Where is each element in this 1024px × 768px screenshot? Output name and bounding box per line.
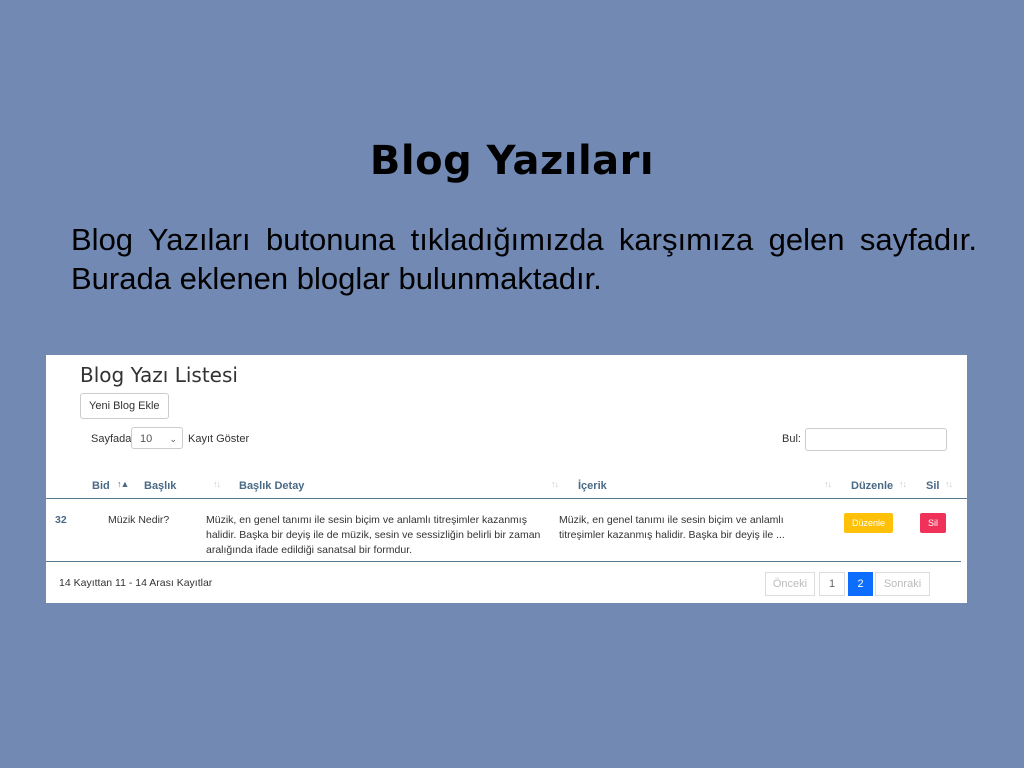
column-header-sil[interactable]: Sil [926,480,939,492]
pagination-prev[interactable]: Önceki [765,572,815,596]
panel-title: Blog Yazı Listesi [80,363,238,387]
sort-asc-icon[interactable]: ↑▲ [117,479,129,489]
column-header-bid[interactable]: Bid [92,480,110,492]
cell-icerik: Müzik, en genel tanımı ile sesin biçim v… [559,514,785,541]
sort-icon[interactable]: ↑↓ [945,479,953,489]
pagination-page-1[interactable]: 1 [819,572,845,596]
slide-description: Blog Yazıları butonuna tıkladığımızda ka… [71,222,977,296]
cell-baslik-detay: Müzik, en genel tanımı ile sesin biçim v… [206,514,541,556]
delete-button[interactable]: Sil [920,513,946,533]
sort-icon[interactable]: ↑↓ [824,479,832,489]
page-length-value: 10 [140,433,153,445]
column-header-baslik[interactable]: Başlık [144,480,176,492]
slide-title: Blog Yazıları [369,138,655,184]
cell-bid: 32 [55,514,67,526]
length-prefix-label: Sayfada [91,433,132,445]
table-info: 14 Kayıttan 11 - 14 Arası Kayıtlar [59,577,213,589]
blog-list-panel: Blog Yazı Listesi Yeni Blog Ekle Sayfada… [46,355,967,603]
search-label: Bul: [782,433,801,445]
sort-icon[interactable]: ↑↓ [551,479,559,489]
sort-icon[interactable]: ↑↓ [213,479,221,489]
sort-icon[interactable]: ↑↓ [899,479,907,489]
column-header-baslik-detay[interactable]: Başlık Detay [239,480,304,492]
pagination-next[interactable]: Sonraki [875,572,930,596]
column-header-duzenle[interactable]: Düzenle [851,480,893,492]
cell-baslik: Müzik Nedir? [108,514,170,526]
column-header-icerik[interactable]: İçerik [578,480,607,492]
length-suffix-label: Kayıt Göster [188,433,250,445]
new-blog-button[interactable]: Yeni Blog Ekle [80,393,169,419]
edit-button[interactable]: Düzenle [844,513,893,533]
page-length-select[interactable]: 10 ⌄ [131,427,183,449]
row-divider [46,561,961,562]
search-input[interactable] [805,428,947,451]
chevron-down-icon: ⌄ [169,434,177,444]
header-divider [46,498,967,499]
pagination-page-2[interactable]: 2 [848,572,873,596]
